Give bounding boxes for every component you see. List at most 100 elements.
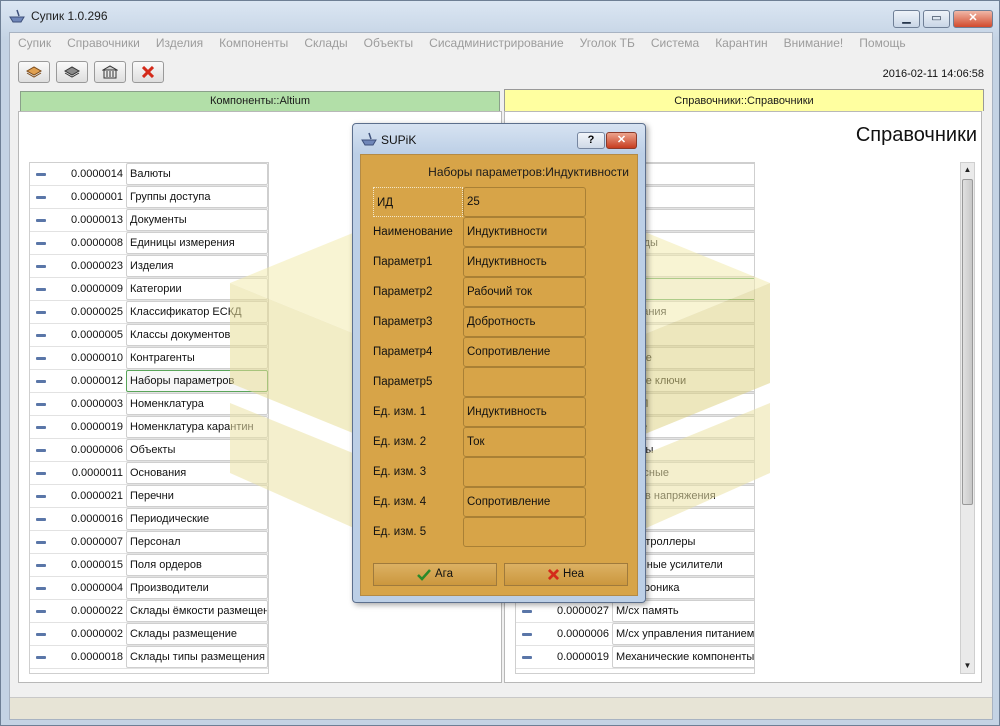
tab-directories[interactable]: Справочники::Справочники [504,89,984,111]
list-item[interactable]: 0.0000014 Валюты [30,163,268,186]
menu-item-supik[interactable]: Супик [10,33,59,53]
record-name[interactable]: Периодические [126,508,268,530]
record-name[interactable]: М/сх память [612,600,754,622]
list-item[interactable]: 0.0000018 Склады типы размещения [30,646,268,669]
field-label: Параметр2 [373,286,433,298]
list-item[interactable]: 0.0000005 Классы документов [30,324,268,347]
menu-item-directories[interactable]: Справочники [59,33,148,53]
record-id: 0.0000004 [71,582,123,594]
record-name[interactable]: Документы [126,209,268,231]
record-name[interactable]: Категории [126,278,268,300]
menu-item-warehouses[interactable]: Склады [296,33,355,53]
record-name[interactable]: Классификатор ЕСКД [126,301,268,323]
datetime-display: 2016-02-11 14:06:58 [882,68,984,80]
record-name[interactable]: М/сх управления питанием [612,623,754,645]
record-name[interactable]: Персонал [126,531,268,553]
menu-item-products[interactable]: Изделия [148,33,211,53]
dialog-close-button[interactable]: ✕ [606,132,637,149]
list-item[interactable]: 0.0000011 Основания [30,462,268,485]
list-item[interactable]: 0.0000006 М/сх управления питанием [516,623,754,646]
list-item[interactable]: 0.0000001 Группы доступа [30,186,268,209]
record-name[interactable]: Перечни [126,485,268,507]
field-value-input[interactable]: Индуктивности [463,217,586,247]
toolbar-book-button[interactable] [56,61,88,83]
field-value-input[interactable]: Сопротивление [463,487,586,517]
menu-item-objects[interactable]: Объекты [356,33,422,53]
record-name[interactable]: Поля ордеров [126,554,268,576]
list-item[interactable]: 0.0000003 Номенклатура [30,393,268,416]
list-item[interactable]: 0.0000027 М/сх память [516,600,754,623]
record-name[interactable]: Валюты [126,163,268,185]
toolbar-building-button[interactable] [94,61,126,83]
scroll-up-arrow-icon[interactable]: ▲ [961,163,974,177]
menu-item-attention[interactable]: Внимание! [776,33,852,53]
cancel-button[interactable]: Неа [504,563,628,586]
list-item[interactable]: 0.0000006 Объекты [30,439,268,462]
field-value-input[interactable]: Рабочий ток [463,277,586,307]
right-scrollbar[interactable]: ▲ ▼ [960,162,975,674]
field-value-input[interactable]: Индуктивность [463,247,586,277]
list-item[interactable]: 0.0000019 Механические компоненты [516,646,754,669]
record-name[interactable]: Склады размещение [126,623,268,645]
record-name[interactable]: Склады типы размещения [126,646,268,668]
toolbar-delete-button[interactable] [132,61,164,83]
list-item[interactable]: 0.0000008 Единицы измерения [30,232,268,255]
ok-button[interactable]: Ага [373,563,497,586]
record-name[interactable]: Объекты [126,439,268,461]
list-item[interactable]: 0.0000010 Контрагенты [30,347,268,370]
record-name[interactable]: Основания [126,462,268,484]
minimize-button[interactable]: ▁ [893,10,920,28]
record-name[interactable]: Механические компоненты [612,646,754,668]
dialog-help-button[interactable]: ? [577,132,605,149]
list-item[interactable]: 0.0000022 Склады ёмкости размещения [30,600,268,623]
menu-item-safety[interactable]: Уголок ТБ [572,33,643,53]
list-item[interactable]: 0.0000002 Склады размещение [30,623,268,646]
maximize-button[interactable]: ▭ [923,10,950,28]
field-value-input[interactable]: 25 [463,187,586,217]
field-row: Ед. изм. 5 [373,517,633,547]
list-item[interactable]: 0.0000019 Номенклатура карантин [30,416,268,439]
list-item[interactable]: 0.0000021 Перечни [30,485,268,508]
record-name[interactable]: Группы доступа [126,186,268,208]
record-id: 0.0000016 [71,513,123,525]
record-name[interactable]: Производители [126,577,268,599]
record-name[interactable]: Склады ёмкости размещения [126,600,268,622]
record-name[interactable]: Номенклатура [126,393,268,415]
record-name[interactable]: Классы документов [126,324,268,346]
close-button[interactable]: ✕ [953,10,993,28]
record-name[interactable]: Единицы измерения [126,232,268,254]
record-name[interactable]: Номенклатура карантин [126,416,268,438]
field-value-input[interactable]: Сопротивление [463,337,586,367]
record-name[interactable]: Наборы параметров [126,370,268,392]
list-item[interactable]: 0.0000012 Наборы параметров [30,370,268,393]
list-item[interactable]: 0.0000004 Производители [30,577,268,600]
field-value-input[interactable]: Индуктивность [463,397,586,427]
menu-item-system[interactable]: Система [643,33,707,53]
field-value-input[interactable] [463,367,586,397]
title-bar[interactable]: Супик 1.0.296 ▁ ▭ ✕ [1,1,999,31]
record-id: 0.0000011 [71,467,123,479]
scroll-down-arrow-icon[interactable]: ▼ [961,659,974,673]
toolbar-books-button[interactable] [18,61,50,83]
menu-item-quarantine[interactable]: Карантин [707,33,775,53]
list-item[interactable]: 0.0000013 Документы [30,209,268,232]
scrollbar-thumb[interactable] [962,179,973,505]
record-id: 0.0000023 [71,260,123,272]
field-value-input[interactable]: Ток [463,427,586,457]
record-name[interactable]: Изделия [126,255,268,277]
menu-item-components[interactable]: Компоненты [211,33,296,53]
list-item[interactable]: 0.0000025 Классификатор ЕСКД [30,301,268,324]
list-item[interactable]: 0.0000007 Персонал [30,531,268,554]
field-value-input[interactable]: Добротность [463,307,586,337]
menu-item-help[interactable]: Помощь [851,33,913,53]
list-item[interactable]: 0.0000023 Изделия [30,255,268,278]
menu-item-sysadmin[interactable]: Сисадминистрирование [421,33,571,53]
list-item[interactable]: 0.0000016 Периодические [30,508,268,531]
list-item[interactable]: 0.0000015 Поля ордеров [30,554,268,577]
field-value-input[interactable] [463,457,586,487]
tab-components-altium[interactable]: Компоненты::Altium [20,91,500,111]
left-list: 0.0000014 Валюты 0.0000001 Группы доступа 0.… [29,162,269,674]
record-name[interactable]: Контрагенты [126,347,268,369]
field-value-input[interactable] [463,517,586,547]
list-item[interactable]: 0.0000009 Категории [30,278,268,301]
